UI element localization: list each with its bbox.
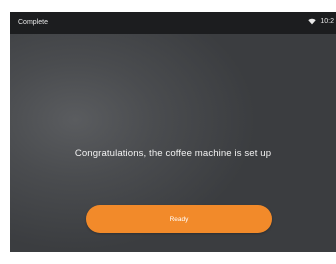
ready-button[interactable]: Ready — [86, 205, 272, 233]
status-indicators: 10:2 — [308, 18, 334, 25]
device-screen: Complete 10:2 Congratulations, the coffe… — [10, 12, 336, 252]
screen-title: Complete — [18, 19, 48, 26]
setup-complete-message: Congratulations, the coffee machine is s… — [74, 148, 272, 159]
ready-button-label: Ready — [169, 215, 189, 223]
clock: 10:2 — [320, 18, 334, 25]
status-bar: Complete 10:2 — [10, 12, 336, 34]
wifi-icon — [308, 18, 317, 25]
